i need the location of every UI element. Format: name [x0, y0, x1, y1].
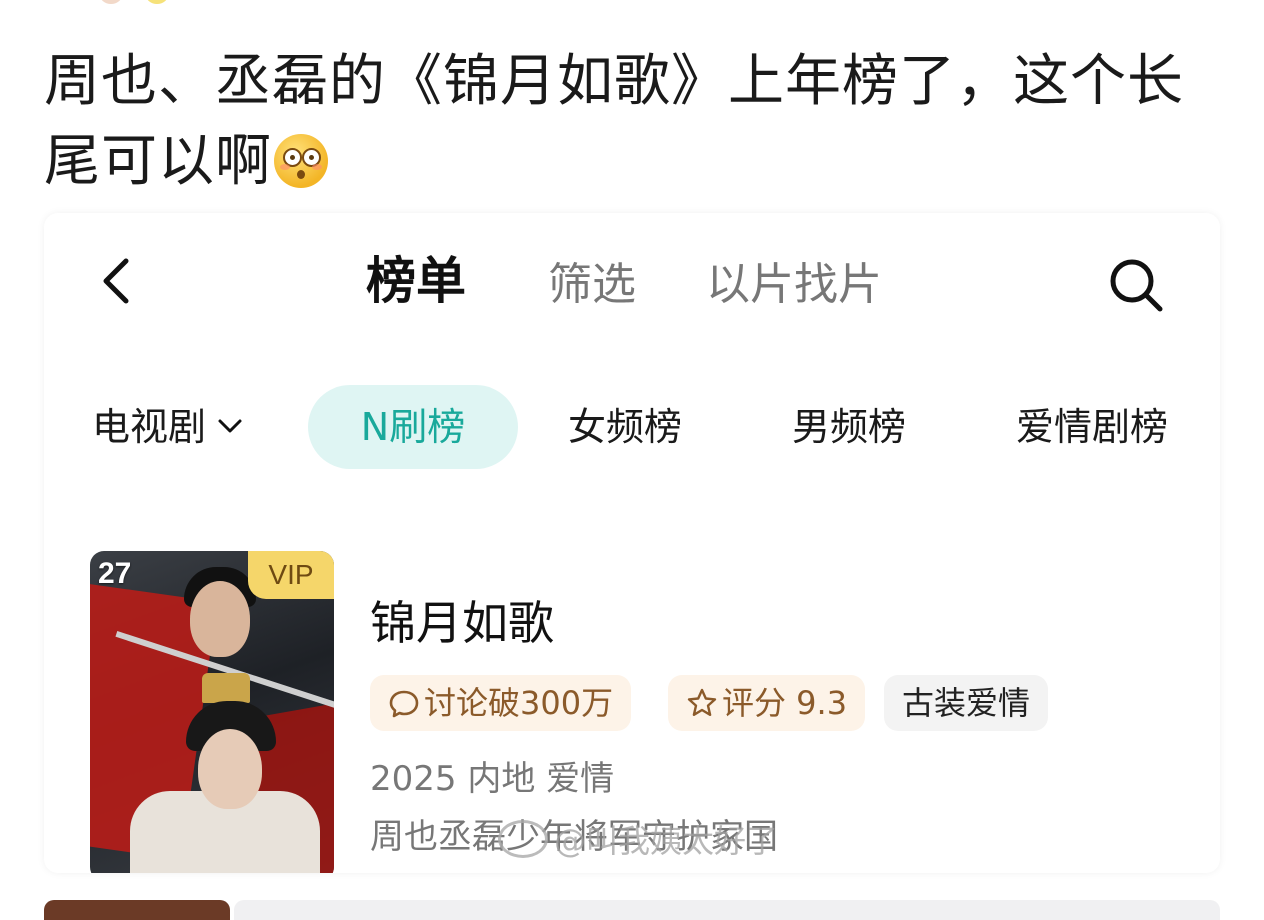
weibo-watermark: @叫我姨太好了: [498, 820, 778, 861]
top-cropped-icons: [100, 0, 180, 6]
watermark-text: @叫我姨太好了: [554, 822, 779, 860]
flushed-face-emoji-icon: [274, 134, 328, 188]
chevron-down-icon: [218, 419, 242, 433]
post-text: 周也、丞磊的《锦月如歌》上年榜了，这个长尾可以啊: [44, 42, 1224, 202]
show-poster[interactable]: 27 VIP: [90, 551, 334, 873]
vip-badge: VIP: [248, 551, 334, 599]
next-list-item-cropped: [44, 900, 1220, 920]
rank-number: 27: [98, 557, 132, 590]
score-tag: 评分 9.3: [668, 675, 866, 731]
post-text-content: 周也、丞磊的《锦月如歌》上年榜了，这个长尾可以啊: [44, 49, 1184, 194]
score-tag-label: 评分 9.3: [722, 684, 848, 722]
discussion-tag: 讨论破300万: [370, 675, 632, 731]
cropped-avatar: [100, 0, 122, 4]
category-tv-label: 电视剧: [92, 405, 207, 449]
discussion-tag-label: 讨论破300万: [424, 684, 614, 722]
category-n-rewatch[interactable]: N刷榜: [308, 385, 518, 469]
show-meta: 2025 内地 爱情: [370, 759, 615, 799]
weibo-logo-icon: [498, 820, 548, 858]
category-female[interactable]: 女频榜: [568, 403, 682, 451]
app-screenshot-card: 榜单 筛选 以片找片 电视剧 N刷榜 女频榜 男频榜 爱情剧榜 27 VIP 锦…: [44, 213, 1220, 873]
star-icon: [687, 688, 717, 716]
back-chevron-icon[interactable]: [96, 255, 136, 307]
category-male[interactable]: 男频榜: [792, 403, 906, 451]
cropped-emoji: [146, 0, 168, 4]
speech-bubble-icon: [389, 690, 419, 718]
search-icon[interactable]: [1106, 255, 1166, 315]
tab-ranking[interactable]: 榜单: [366, 249, 466, 313]
category-tabs: 电视剧 N刷榜 女频榜 男频榜 爱情剧榜: [44, 381, 1220, 471]
category-romance[interactable]: 爱情剧榜: [1016, 403, 1168, 451]
tab-filter[interactable]: 筛选: [548, 253, 636, 317]
tab-find-by-show[interactable]: 以片找片: [706, 253, 882, 317]
show-title[interactable]: 锦月如歌: [370, 593, 554, 653]
category-tv-dropdown[interactable]: 电视剧: [92, 403, 244, 451]
genre-tag: 古装爱情: [884, 675, 1049, 731]
